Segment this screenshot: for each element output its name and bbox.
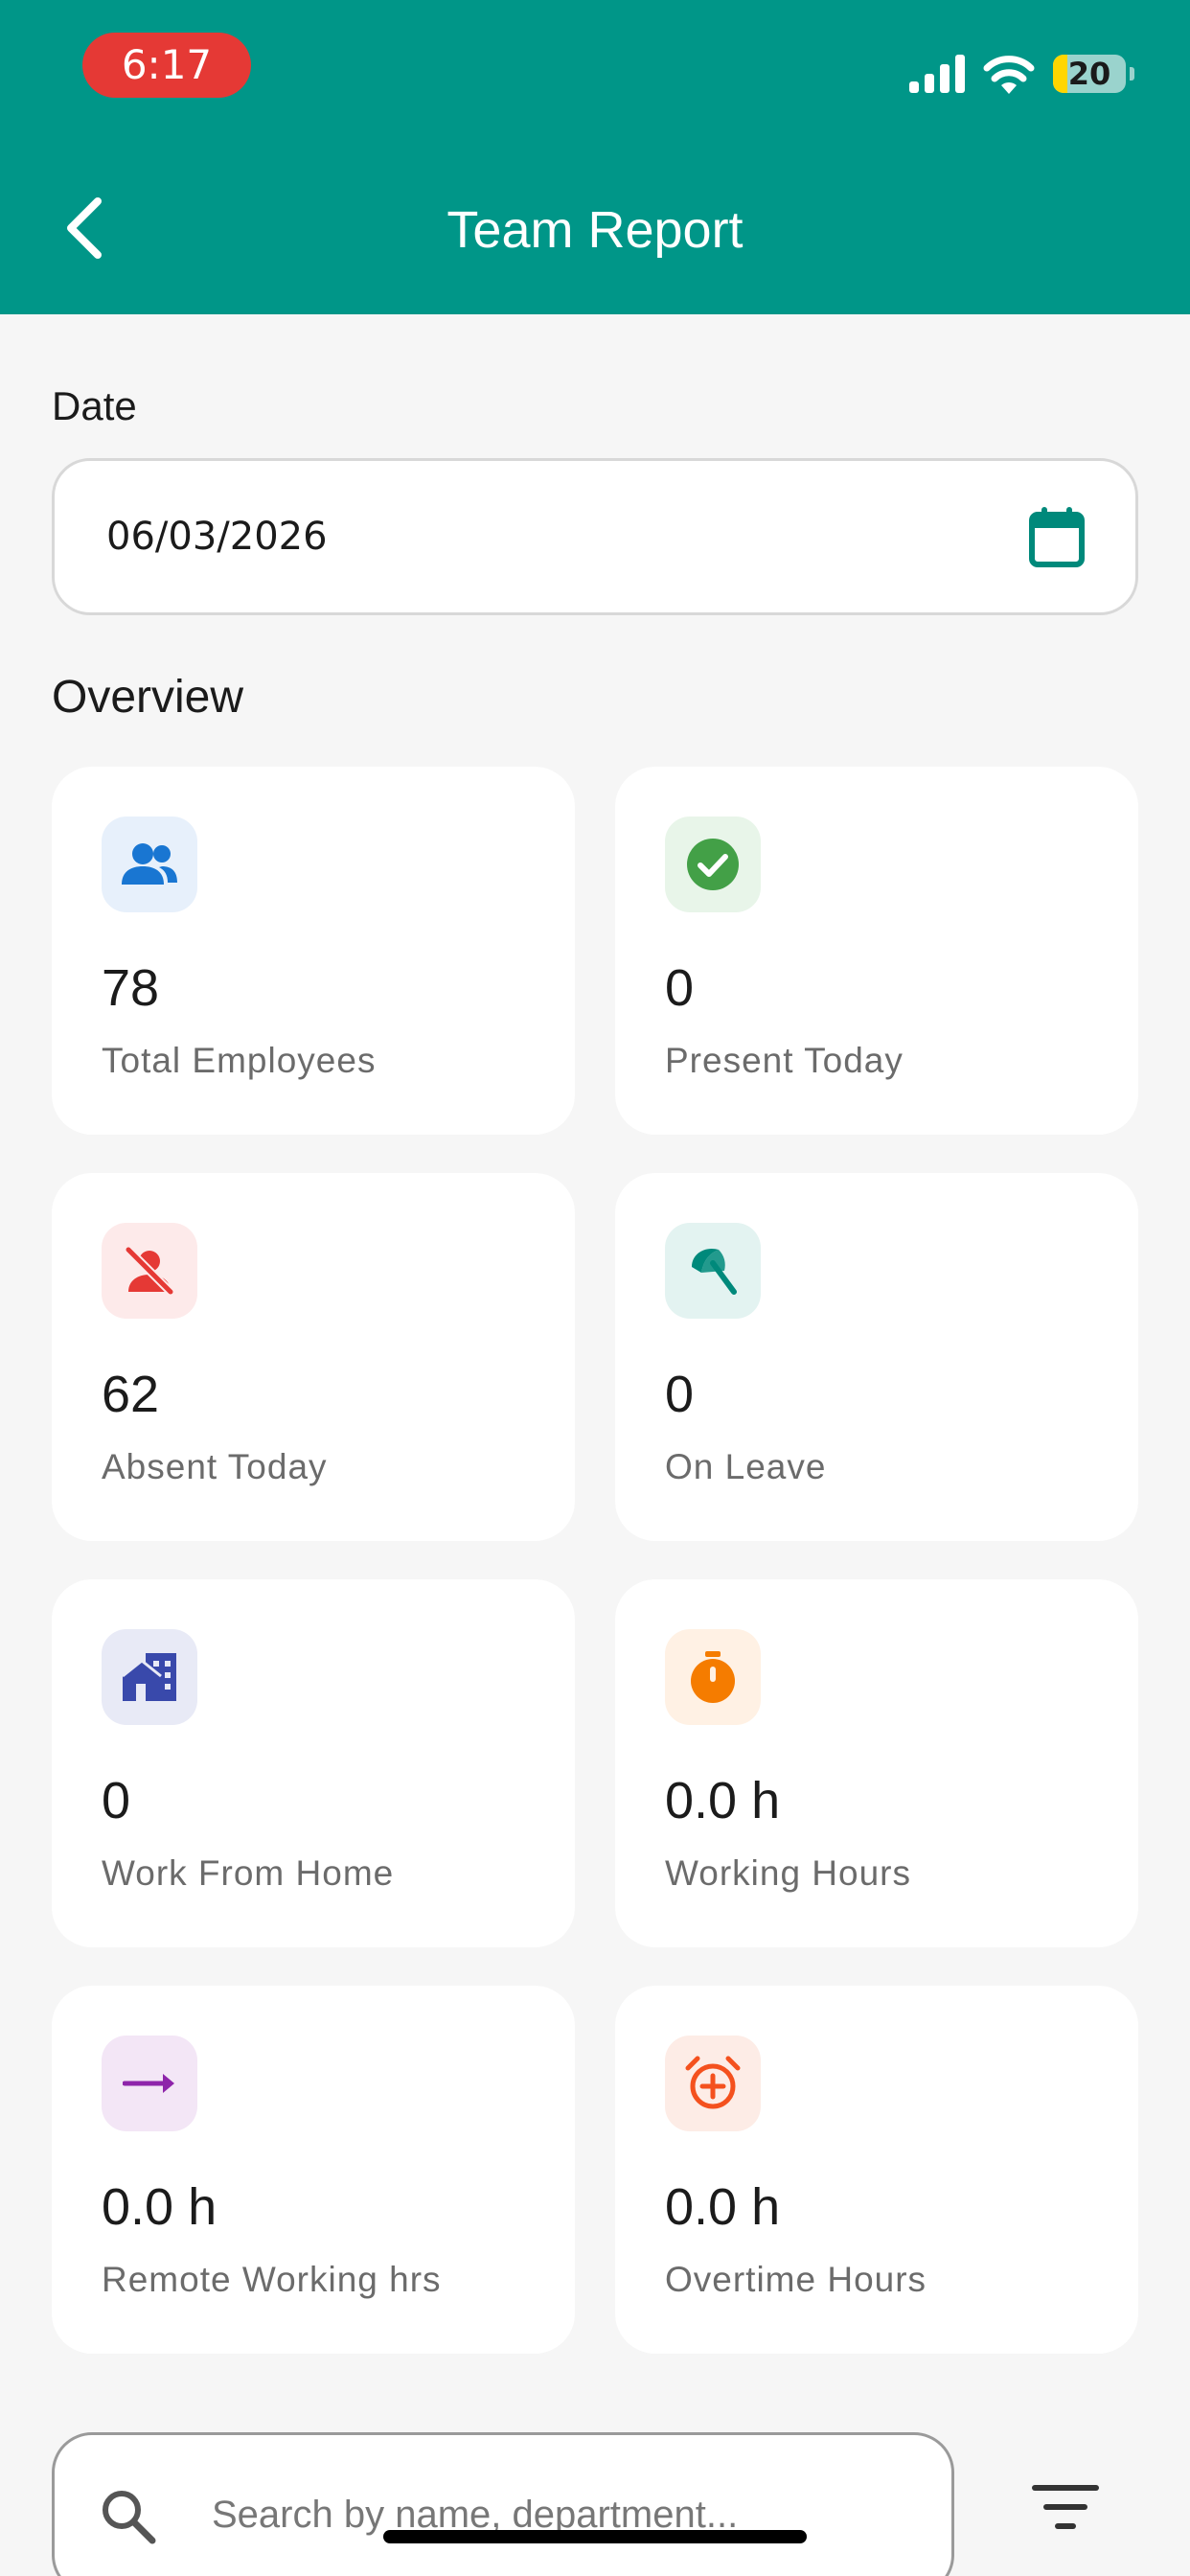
stat-card-overtime-hours[interactable]: 0.0 h Overtime Hours	[615, 1986, 1138, 2354]
beach-umbrella-icon	[692, 1248, 737, 1295]
alarm-add-icon	[685, 2056, 741, 2109]
overview-title: Overview	[52, 672, 244, 723]
arrow-right-icon	[123, 2074, 174, 2093]
stat-label: On Leave	[665, 1447, 827, 1486]
person-off-icon	[125, 1246, 174, 1296]
stat-value: 0.0 h	[665, 2178, 781, 2236]
team-report-screen: 6:17 20 Team Report Date 06/03/2026 Over…	[0, 0, 1190, 2576]
stat-card-working-hours[interactable]: 0.0 h Working Hours	[615, 1579, 1138, 1947]
stat-value: 62	[102, 1366, 160, 1423]
stat-label: Total Employees	[102, 1041, 377, 1080]
stat-value: 0	[665, 959, 695, 1017]
stat-label: Present Today	[665, 1041, 904, 1080]
signal-icon	[909, 55, 965, 93]
search-input[interactable]	[212, 2473, 921, 2556]
timer-icon	[691, 1651, 735, 1703]
search-icon	[103, 2491, 156, 2544]
filter-icon	[1032, 2485, 1099, 2529]
stat-card-present-today[interactable]: 0 Present Today	[615, 767, 1138, 1135]
filter-button[interactable]	[1025, 2472, 1106, 2542]
stat-icon-box	[665, 1629, 761, 1725]
page-title: Team Report	[446, 201, 744, 259]
stat-icon-box	[665, 2036, 761, 2131]
stat-label: Remote Working hrs	[102, 2260, 442, 2299]
stat-label: Overtime Hours	[665, 2260, 927, 2299]
battery-icon: 20	[1053, 55, 1126, 93]
stat-icon-box	[102, 2036, 197, 2131]
stat-value: 0.0 h	[102, 2178, 217, 2236]
people-icon	[122, 843, 177, 885]
battery-level: 20	[1067, 56, 1111, 92]
stat-label: Working Hours	[665, 1853, 912, 1893]
home-indicator	[383, 2530, 807, 2543]
stat-icon-box	[102, 1223, 197, 1319]
stat-icon-box	[102, 816, 197, 912]
status-icons: 20	[909, 50, 1134, 98]
stat-card-remote-working-hrs[interactable]: 0.0 h Remote Working hrs	[52, 1986, 575, 2354]
app-header: 6:17 20 Team Report	[0, 0, 1190, 314]
home-work-icon	[122, 1653, 176, 1701]
stat-icon-box	[665, 816, 761, 912]
date-value: 06/03/2026	[106, 515, 328, 559]
date-label: Date	[52, 383, 137, 428]
stat-value: 0.0 h	[665, 1772, 781, 1829]
stat-value: 78	[102, 959, 160, 1017]
stat-card-absent-today[interactable]: 62 Absent Today	[52, 1173, 575, 1541]
status-time[interactable]: 6:17	[82, 33, 251, 98]
calendar-icon[interactable]	[1028, 505, 1086, 568]
stat-card-total-employees[interactable]: 78 Total Employees	[52, 767, 575, 1135]
battery-tip	[1130, 67, 1134, 80]
stat-card-on-leave[interactable]: 0 On Leave	[615, 1173, 1138, 1541]
stat-label: Work From Home	[102, 1853, 395, 1893]
stat-value: 0	[102, 1772, 131, 1829]
stat-label: Absent Today	[102, 1447, 328, 1486]
check-circle-icon	[687, 839, 739, 890]
stat-icon-box	[665, 1223, 761, 1319]
search-field[interactable]	[52, 2432, 954, 2576]
wifi-icon	[983, 56, 1035, 94]
stat-card-work-from-home[interactable]: 0 Work From Home	[52, 1579, 575, 1947]
report-content: Date 06/03/2026 Overview 78 Total Employ…	[0, 314, 1190, 2576]
date-picker-field[interactable]: 06/03/2026	[52, 458, 1138, 615]
stat-icon-box	[102, 1629, 197, 1725]
stat-value: 0	[665, 1366, 695, 1423]
